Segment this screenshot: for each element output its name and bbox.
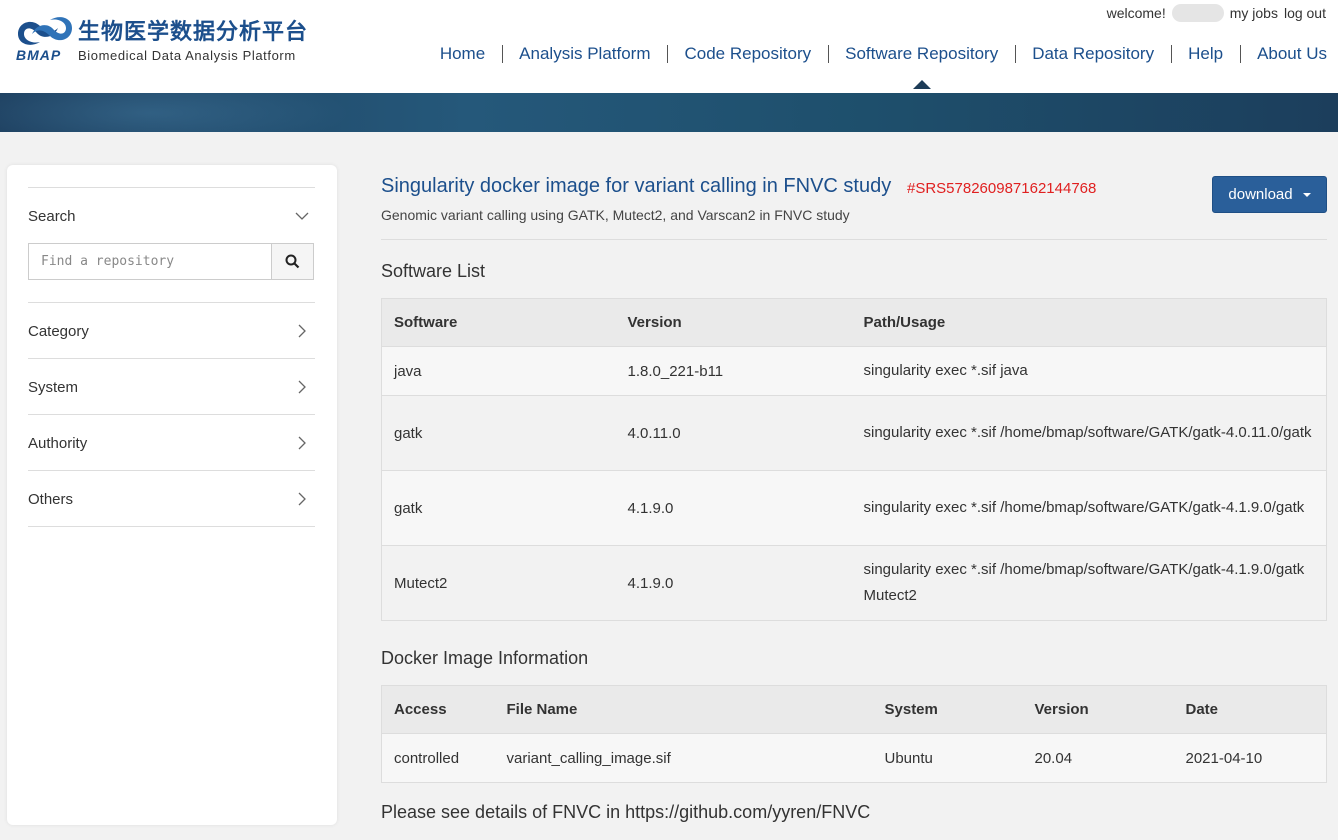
path-cell: singularity exec *.sif /home/bmap/softwa… — [851, 545, 1327, 621]
column-header: Path/Usage — [851, 298, 1327, 347]
logo-chinese-text: 生物医学数据分析平台 — [78, 19, 309, 45]
version-cell: 4.1.9.0 — [615, 470, 852, 546]
filter-others[interactable]: Others — [28, 491, 73, 508]
chevron-right-icon[interactable] — [295, 324, 309, 338]
software-cell: gatk — [381, 470, 616, 546]
site-header: 生物医学数据分析平台 BMAP Biomedical Data Analysis… — [0, 0, 1338, 93]
path-cell: singularity exec *.sif /home/bmap/softwa… — [851, 395, 1327, 471]
search-input[interactable] — [29, 244, 271, 279]
header-banner — [0, 93, 1338, 132]
logo-abbreviation: BMAP — [16, 47, 62, 63]
table-row: java 1.8.0_221-b11 singularity exec *.si… — [381, 346, 1327, 396]
software-list-title: Software List — [381, 261, 486, 281]
search-icon — [285, 254, 300, 269]
nav-about-us[interactable]: About Us — [1241, 45, 1338, 63]
search-button[interactable] — [271, 244, 313, 279]
nav-code-repository[interactable]: Code Repository — [668, 45, 829, 63]
user-bar: welcome! my jobs log out — [1107, 4, 1326, 22]
nav-home[interactable]: Home — [423, 45, 503, 63]
log-out-link[interactable]: log out — [1284, 5, 1326, 21]
nav-data-repository[interactable]: Data Repository — [1016, 45, 1172, 63]
download-label: download — [1228, 186, 1293, 203]
nav-software-repository[interactable]: Software Repository — [829, 45, 1016, 89]
chevron-right-icon[interactable] — [295, 436, 309, 450]
chevron-right-icon[interactable] — [295, 492, 309, 506]
logo-english-text: Biomedical Data Analysis Platform — [78, 48, 296, 63]
system-cell: Ubuntu — [872, 733, 1023, 783]
column-header: Access — [381, 685, 495, 734]
divider — [28, 358, 315, 359]
logo-mark-icon — [18, 17, 72, 45]
nav-analysis-platform[interactable]: Analysis Platform — [503, 45, 668, 63]
repository-search — [28, 243, 314, 280]
software-cell: gatk — [381, 395, 616, 471]
filter-authority[interactable]: Authority — [28, 435, 87, 452]
chevron-down-icon[interactable] — [295, 209, 309, 223]
software-table: Software Version Path/Usage java 1.8.0_2… — [381, 298, 1327, 621]
divider — [28, 187, 315, 188]
my-jobs-link[interactable]: my jobs — [1230, 5, 1278, 21]
table-row: controlled variant_calling_image.sif Ubu… — [381, 733, 1327, 783]
version-cell: 4.1.9.0 — [615, 545, 852, 621]
column-header: Version — [615, 298, 852, 347]
details-note: Please see details of FNVC in https://gi… — [381, 802, 871, 822]
column-header: Version — [1022, 685, 1174, 734]
docker-info-table: Access File Name System Version Date con… — [381, 685, 1327, 783]
caret-down-icon — [1302, 192, 1311, 197]
filter-system[interactable]: System — [28, 379, 78, 396]
column-header: Software — [381, 298, 616, 347]
date-cell: 2021-04-10 — [1173, 733, 1327, 783]
file-name-cell: variant_calling_image.sif — [494, 733, 873, 783]
divider — [28, 526, 315, 527]
docker-info-title: Docker Image Information — [381, 648, 589, 668]
version-cell: 1.8.0_221-b11 — [615, 346, 852, 396]
page-title: Singularity docker image for variant cal… — [381, 175, 892, 197]
filter-sidebar: Search Category System Authority Others — [7, 165, 337, 825]
username-redacted — [1171, 4, 1224, 22]
divider — [381, 239, 1327, 240]
version-cell: 4.0.11.0 — [615, 395, 852, 471]
path-cell: singularity exec *.sif java — [851, 346, 1327, 396]
divider — [28, 302, 315, 303]
divider — [28, 470, 315, 471]
column-header: Date — [1173, 685, 1327, 734]
download-button[interactable]: download — [1212, 176, 1327, 213]
repository-id: #SRS578260987162144768 — [907, 180, 1097, 197]
table-row: Mutect2 4.1.9.0 singularity exec *.sif /… — [381, 545, 1327, 621]
path-cell: singularity exec *.sif /home/bmap/softwa… — [851, 470, 1327, 546]
divider — [28, 414, 315, 415]
search-section-label[interactable]: Search — [28, 208, 76, 225]
filter-category[interactable]: Category — [28, 323, 89, 340]
welcome-text: welcome! — [1106, 5, 1166, 21]
column-header: File Name — [494, 685, 873, 734]
table-row: gatk 4.0.11.0 singularity exec *.sif /ho… — [381, 395, 1327, 471]
main-nav: Home Analysis Platform Code Repository S… — [423, 45, 1338, 89]
nav-help[interactable]: Help — [1172, 45, 1241, 63]
software-cell: java — [381, 346, 616, 396]
table-row: gatk 4.1.9.0 singularity exec *.sif /hom… — [381, 470, 1327, 546]
site-logo[interactable]: 生物医学数据分析平台 BMAP Biomedical Data Analysis… — [14, 12, 324, 72]
software-cell: Mutect2 — [381, 545, 616, 621]
column-header: System — [872, 685, 1023, 734]
page-subtitle: Genomic variant calling using GATK, Mute… — [381, 207, 850, 223]
access-cell: controlled — [381, 733, 495, 783]
version-cell: 20.04 — [1022, 733, 1174, 783]
chevron-right-icon[interactable] — [295, 380, 309, 394]
